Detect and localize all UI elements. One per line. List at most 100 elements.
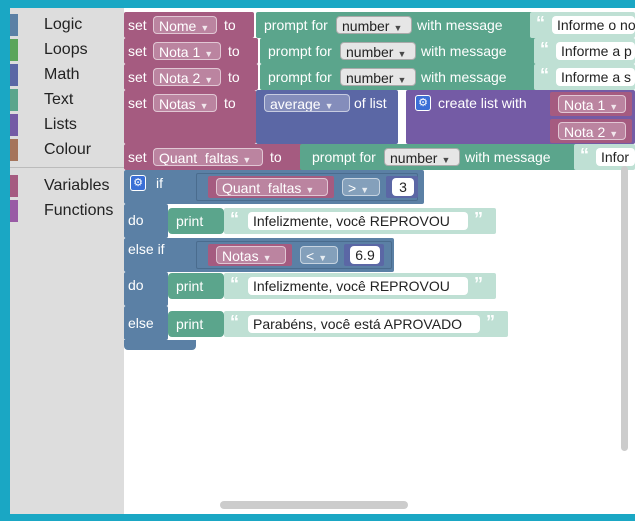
var-dropdown[interactable]: Nome ▼ (153, 16, 217, 34)
category-label: Lists (44, 116, 77, 133)
with-message-keyword: with message (421, 43, 507, 59)
dropdown-arrow-icon: ▼ (397, 49, 407, 59)
quote-open-icon: “ (580, 145, 589, 165)
category-swatch (10, 64, 18, 86)
var-name: Quant_faltas (222, 180, 302, 196)
dropdown-arrow-icon: ▼ (360, 185, 370, 195)
category-lists[interactable]: Lists (10, 114, 124, 136)
print-text[interactable]: Parabéns, você está APROVADO (248, 315, 480, 333)
dropdown-arrow-icon: ▼ (318, 253, 328, 263)
message-text[interactable]: Infor (596, 148, 635, 166)
set-keyword: set (128, 43, 147, 59)
type-dropdown[interactable]: number ▼ (340, 68, 416, 86)
function-dropdown[interactable]: average ▼ (264, 94, 350, 112)
dropdown-arrow-icon: ▼ (393, 23, 403, 33)
message-text[interactable]: Informe o no (552, 16, 635, 34)
category-label: Loops (44, 41, 88, 58)
quote-close-icon: ” (474, 209, 483, 229)
category-math[interactable]: Math (10, 64, 124, 86)
horizontal-scrollbar[interactable] (220, 501, 408, 509)
dropdown-arrow-icon: ▼ (397, 75, 407, 85)
category-label: Variables (44, 177, 110, 194)
category-colour[interactable]: Colour (10, 139, 124, 161)
do-keyword: do (128, 212, 144, 228)
var-name: Nome (159, 18, 197, 34)
print-keyword: print (176, 316, 204, 332)
operator-dropdown[interactable]: < ▼ (300, 246, 338, 264)
var-name: Nota 1 (564, 97, 606, 113)
operator: < (306, 248, 315, 264)
dropdown-arrow-icon: ▼ (204, 49, 214, 59)
category-logic[interactable]: Logic (10, 14, 124, 36)
var-dropdown[interactable]: Nota 2 ▼ (558, 122, 626, 140)
dropdown-arrow-icon: ▼ (262, 253, 272, 263)
dropdown-arrow-icon: ▼ (305, 185, 315, 195)
toolbox-separator (10, 167, 124, 168)
quote-open-icon: “ (540, 39, 549, 59)
number-value[interactable]: 6.9 (350, 246, 380, 264)
print-text[interactable]: Infelizmente, você REPROVOU (248, 212, 468, 230)
var-name: Notas (222, 248, 259, 264)
dropdown-arrow-icon: ▼ (324, 101, 334, 111)
var-dropdown[interactable]: Nota 1 ▼ (558, 95, 626, 113)
print-text[interactable]: Infelizmente, você REPROVOU (248, 277, 468, 295)
category-variables[interactable]: Variables (10, 175, 124, 197)
quote-open-icon: “ (536, 13, 545, 33)
of-list-keyword: of list (354, 95, 387, 111)
function-name: average (270, 96, 321, 112)
var-dropdown[interactable]: Nota 1 ▼ (153, 42, 221, 60)
set-keyword: set (128, 95, 147, 111)
else-if-keyword: else if (128, 241, 165, 257)
category-label: Functions (44, 202, 114, 219)
dropdown-arrow-icon: ▼ (204, 75, 214, 85)
var-dropdown[interactable]: Quant_faltas ▼ (153, 148, 263, 166)
category-functions[interactable]: Functions (10, 200, 124, 222)
gear-icon[interactable]: ⚙ (130, 175, 146, 191)
dropdown-arrow-icon: ▼ (200, 23, 210, 33)
if-block-bottom (124, 340, 196, 350)
var-dropdown[interactable]: Notas ▼ (153, 94, 217, 112)
quote-open-icon: “ (230, 274, 239, 294)
type-option: number (346, 70, 394, 86)
var-dropdown[interactable]: Quant_faltas ▼ (216, 178, 328, 196)
category-label: Text (44, 91, 74, 108)
type-dropdown[interactable]: number ▼ (384, 148, 460, 166)
prompt-keyword: prompt for (264, 17, 328, 33)
var-name: Quant_faltas (159, 150, 239, 166)
quote-open-icon: “ (230, 209, 239, 229)
message-text[interactable]: Informe a s (556, 68, 635, 86)
category-swatch (10, 139, 18, 161)
type-dropdown[interactable]: number ▼ (340, 42, 416, 60)
dropdown-arrow-icon: ▼ (199, 101, 209, 111)
type-dropdown[interactable]: number ▼ (336, 16, 412, 34)
do-keyword: do (128, 277, 144, 293)
category-loops[interactable]: Loops (10, 39, 124, 61)
set-keyword: set (128, 17, 147, 33)
operator-dropdown[interactable]: > ▼ (342, 178, 380, 196)
toolbox: Logic Loops Math Text Lists Colour Varia… (10, 8, 124, 514)
var-dropdown[interactable]: Notas ▼ (216, 246, 286, 264)
type-option: number (342, 18, 390, 34)
message-text[interactable]: Informe a p (556, 42, 635, 60)
var-name: Nota 2 (159, 70, 201, 86)
workspace[interactable]: set Nome ▼ to prompt for number ▼ with mes… (124, 8, 635, 514)
category-label: Colour (44, 141, 92, 158)
number-value[interactable]: 3 (392, 178, 414, 196)
category-swatch (10, 39, 18, 61)
print-keyword: print (176, 278, 204, 294)
var-dropdown[interactable]: Nota 2 ▼ (153, 68, 221, 86)
category-swatch (10, 14, 18, 36)
to-keyword: to (270, 149, 282, 165)
gear-icon[interactable]: ⚙ (415, 95, 431, 111)
category-swatch (10, 114, 18, 136)
vertical-scrollbar[interactable] (621, 166, 628, 451)
to-keyword: to (224, 95, 236, 111)
dropdown-arrow-icon: ▼ (441, 155, 451, 165)
else-keyword: else (128, 315, 154, 331)
quote-close-icon: ” (474, 274, 483, 294)
category-swatch (10, 200, 18, 222)
category-label: Logic (44, 16, 83, 33)
create-list-keyword: create list with (438, 95, 527, 111)
category-text[interactable]: Text (10, 89, 124, 111)
prompt-keyword: prompt for (312, 149, 376, 165)
